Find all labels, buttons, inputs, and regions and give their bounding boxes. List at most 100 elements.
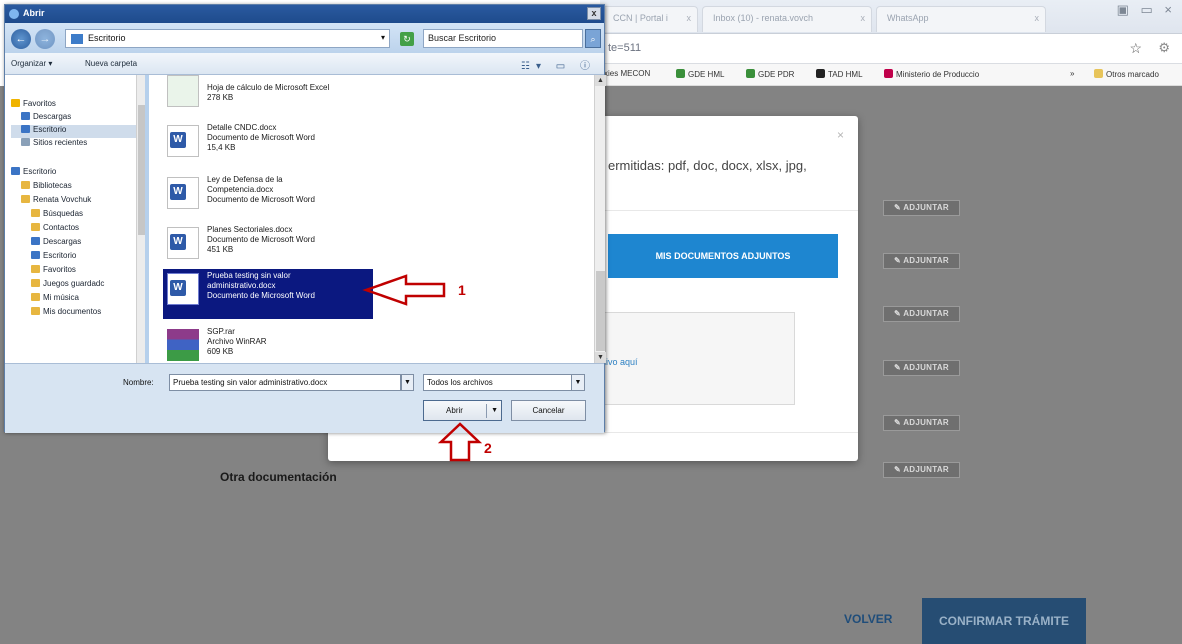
other-bookmarks[interactable]: Otros marcado <box>1094 69 1159 79</box>
nav-item[interactable]: Mi música <box>31 293 79 306</box>
file-type-select[interactable]: Todos los archivos ▼ <box>423 374 585 391</box>
search-input[interactable]: Buscar Escritorio <box>423 29 583 48</box>
chevron-down-icon[interactable]: ▼ <box>571 375 584 390</box>
chevron-down-icon[interactable]: ▾ <box>381 33 385 42</box>
adjuntar-button[interactable]: ✎ ADJUNTAR <box>883 200 960 216</box>
nav-item[interactable]: Descargas <box>21 112 71 125</box>
address-bar[interactable]: te=511 ☆ ⚙ <box>600 34 1182 64</box>
bookmark-icon <box>884 69 893 78</box>
file-name-input[interactable]: Prueba testing sin valor administrativo.… <box>169 374 401 391</box>
desktop-icon <box>31 251 40 259</box>
wrench-icon[interactable]: ⚙ <box>1158 40 1170 56</box>
view-options-icons[interactable]: ☷▾ ▭ ⓘ <box>521 57 596 72</box>
nav-item[interactable]: Renata Vovchuk <box>21 195 91 208</box>
forward-arrow-icon[interactable]: → <box>35 29 55 49</box>
nav-item[interactable]: Búsquedas <box>31 209 83 222</box>
search-icon[interactable]: ⌕ <box>585 29 601 48</box>
bookmark-star-icon[interactable]: ☆ <box>1129 40 1142 57</box>
browser-tab-whatsapp[interactable]: WhatsApp x <box>876 6 1046 32</box>
desktop-icon <box>71 34 83 44</box>
dialog-close-icon[interactable]: x <box>587 7 601 20</box>
back-arrow-icon[interactable]: ← <box>11 29 31 49</box>
volver-button[interactable]: VOLVER <box>844 612 892 626</box>
file-type: Documento de Microsoft Word <box>207 195 315 204</box>
desktop-icon <box>11 167 20 175</box>
file-item[interactable]: W Detalle CNDC.docx Documento de Microso… <box>163 121 373 165</box>
file-list: Hoja de cálculo de Microsoft Excel 278 K… <box>149 75 597 363</box>
bookmarks-overflow-icon[interactable]: » <box>1070 69 1074 78</box>
adjuntar-button[interactable]: ✎ ADJUNTAR <box>883 415 960 431</box>
scroll-down-icon[interactable]: ▼ <box>595 352 606 363</box>
bookmark-item[interactable]: xies MECON <box>604 69 650 78</box>
drop-zone-link[interactable]: hivo aquí <box>601 357 638 367</box>
cancel-button[interactable]: Cancelar <box>511 400 586 421</box>
bookmarks-bar: xies MECON GDE HML GDE PDR TAD HML Minis… <box>600 64 1182 86</box>
tab-close-icon[interactable]: x <box>1035 13 1040 23</box>
browser-tab-inbox[interactable]: Inbox (10) - renata.vovch x <box>702 6 872 32</box>
file-item[interactable]: Hoja de cálculo de Microsoft Excel 278 K… <box>163 75 373 115</box>
location-text: Escritorio <box>88 33 126 43</box>
file-item[interactable]: W Planes Sectoriales.docx Documento de M… <box>163 223 373 267</box>
file-size: 15,4 KB <box>207 143 236 152</box>
documents-folder-icon <box>31 307 40 315</box>
tab-label: CCN | Portal i <box>613 13 668 23</box>
nav-item[interactable]: Favoritos <box>31 265 76 278</box>
url-text[interactable]: te=511 <box>608 42 641 54</box>
nav-item[interactable]: Bibliotecas <box>21 181 72 194</box>
open-button[interactable]: Abrir ▼ <box>423 400 502 421</box>
dialog-titlebar[interactable]: Abrir x <box>5 5 604 23</box>
new-folder-button[interactable]: Nueva carpeta <box>85 59 137 68</box>
chevron-down-icon[interactable]: ▼ <box>401 374 414 391</box>
bookmark-item[interactable]: TAD HML <box>816 69 863 79</box>
search-folder-icon <box>31 209 40 217</box>
scrollbar-thumb[interactable] <box>596 271 605 351</box>
nav-item[interactable]: Descargas <box>31 237 81 250</box>
adjuntar-button[interactable]: ✎ ADJUNTAR <box>883 253 960 269</box>
file-drop-zone[interactable]: hivo aquí <box>590 312 795 405</box>
chevron-down-icon[interactable]: ▼ <box>491 401 498 420</box>
bookmark-icon <box>676 69 685 78</box>
winrar-archive-icon <box>167 329 199 361</box>
file-item[interactable]: SGP.rar Archivo WinRAR 609 KB <box>163 325 373 363</box>
mis-documentos-adjuntos-button[interactable]: MIS DOCUMENTOS ADJUNTOS <box>608 234 838 278</box>
file-name: Planes Sectoriales.docx <box>207 225 293 234</box>
nav-item-selected[interactable]: Escritorio <box>11 125 136 138</box>
file-list-scrollbar[interactable]: ▲ ▼ <box>594 75 606 363</box>
word-document-icon: W <box>167 273 199 305</box>
file-item-selected[interactable]: W Prueba testing sin valor administrativ… <box>163 269 373 319</box>
bookmark-item[interactable]: GDE HML <box>676 69 724 79</box>
tab-close-icon[interactable]: x <box>687 13 692 23</box>
adjuntar-button[interactable]: ✎ ADJUNTAR <box>883 462 960 478</box>
nav-item[interactable]: Escritorio <box>11 167 56 180</box>
adjuntar-button[interactable]: ✎ ADJUNTAR <box>883 360 960 376</box>
annotation-label-1: 1 <box>458 282 466 298</box>
music-folder-icon <box>31 293 40 301</box>
file-size: 451 KB <box>207 245 234 254</box>
dialog-app-icon <box>9 9 19 19</box>
nav-item[interactable]: Escritorio <box>31 251 76 264</box>
tab-close-icon[interactable]: x <box>861 13 866 23</box>
library-icon <box>21 181 30 189</box>
file-item[interactable]: W Ley de Defensa de la Competencia.docx … <box>163 173 373 217</box>
refresh-icon[interactable]: ↻ <box>400 32 414 46</box>
bookmark-item[interactable]: GDE PDR <box>746 69 794 79</box>
nav-item[interactable]: Contactos <box>31 223 79 236</box>
bookmark-item[interactable]: Ministerio de Produccio <box>884 69 979 79</box>
file-name: Detalle CNDC.docx <box>207 123 277 132</box>
nav-item[interactable]: Favoritos <box>11 99 56 112</box>
adjuntar-button[interactable]: ✎ ADJUNTAR <box>883 306 960 322</box>
file-type: Documento de Microsoft Word <box>207 291 315 300</box>
confirmar-tramite-button[interactable]: CONFIRMAR TRÁMITE <box>922 598 1086 644</box>
window-controls[interactable]: ▣ ▭ × <box>1117 2 1176 18</box>
scroll-up-icon[interactable]: ▲ <box>595 75 606 86</box>
nav-item[interactable]: Sitios recientes <box>21 138 87 151</box>
modal-close-icon[interactable]: × <box>837 128 844 142</box>
organize-menu[interactable]: Organizar ▾ <box>11 59 52 68</box>
location-breadcrumb[interactable]: Escritorio ▾ <box>65 29 390 48</box>
navigation-scrollbar[interactable] <box>136 75 145 363</box>
browser-tab-ccn[interactable]: CCN | Portal i x <box>602 6 698 32</box>
download-folder-icon <box>21 112 30 120</box>
nav-item[interactable]: Juegos guardadc <box>31 279 104 292</box>
nav-item[interactable]: Mis documentos <box>31 307 101 320</box>
scrollbar-thumb[interactable] <box>138 105 145 235</box>
